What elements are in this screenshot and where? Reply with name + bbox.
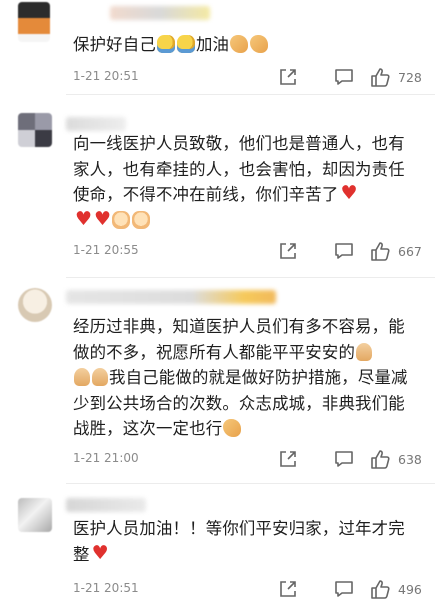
thumbs-up-icon[interactable] bbox=[369, 578, 391, 600]
red-heart-icon bbox=[93, 207, 111, 233]
thumbs-up-icon[interactable] bbox=[369, 240, 391, 262]
comment-item: 保护好自己 加油 1-21 20:51 728 bbox=[0, 0, 435, 95]
reply-bubble-icon[interactable] bbox=[333, 448, 355, 470]
share-arrow-icon[interactable] bbox=[277, 578, 299, 600]
comment-time: 1-21 21:00 bbox=[73, 451, 139, 465]
username-blurred[interactable] bbox=[66, 117, 126, 131]
username-blurred[interactable] bbox=[110, 6, 210, 20]
red-heart-icon bbox=[74, 207, 92, 233]
share-arrow-icon[interactable] bbox=[277, 240, 299, 262]
comment-time: 1-21 20:51 bbox=[73, 69, 139, 83]
share-arrow-icon[interactable] bbox=[277, 448, 299, 470]
pray-icon bbox=[356, 342, 373, 361]
red-heart-icon bbox=[339, 181, 357, 207]
like-count: 728 bbox=[398, 70, 422, 85]
comment-meta: 1-21 21:00 638 bbox=[73, 448, 425, 472]
red-heart-icon bbox=[91, 541, 109, 567]
reply-bubble-icon[interactable] bbox=[333, 240, 355, 262]
comment-meta: 1-21 20:51 496 bbox=[73, 578, 425, 602]
medical-mask-face-icon bbox=[176, 35, 195, 53]
avatar[interactable] bbox=[18, 288, 52, 322]
comment-meta: 1-21 20:51 728 bbox=[73, 66, 425, 90]
comment-time: 1-21 20:51 bbox=[73, 581, 139, 595]
comment-text: 经历过非典，知道医护人员们有多不容易，能做的不多，祝愿所有人都能平平安安的 我自己… bbox=[73, 317, 408, 438]
flexed-biceps-icon bbox=[223, 419, 242, 437]
pray-icon bbox=[92, 368, 108, 386]
comment-text: 向一线医护人员致敬，他们也是普通人，也有家人，也有牵挂的人，也会害怕，却因为责任… bbox=[73, 131, 419, 233]
comment-item: 经历过非典，知道医护人员们有多不容易，能做的不多，祝愿所有人都能平平安安的 我自己… bbox=[0, 278, 435, 484]
comment-text: 医护人员加油！！等你们平安归家，过年才完整 bbox=[73, 516, 419, 567]
comment-text: 保护好自己 加油 bbox=[73, 32, 419, 58]
thumbs-up-icon[interactable] bbox=[369, 448, 391, 470]
comment-item: 医护人员加油！！等你们平安归家，过年才完整 1-21 20:51 496 bbox=[0, 484, 435, 606]
comment-item: 向一线医护人员致敬，他们也是普通人，也有家人，也有牵挂的人，也会害怕，却因为责任… bbox=[0, 95, 435, 278]
like-count: 496 bbox=[398, 582, 422, 597]
like-count: 638 bbox=[398, 452, 422, 467]
avatar[interactable] bbox=[18, 498, 52, 532]
comment-meta: 1-21 20:55 667 bbox=[73, 240, 425, 264]
avatar[interactable] bbox=[18, 113, 52, 147]
pray-icon bbox=[74, 368, 90, 386]
username-blurred[interactable] bbox=[66, 290, 276, 304]
like-count: 667 bbox=[398, 244, 422, 259]
share-arrow-icon[interactable] bbox=[277, 66, 299, 88]
thumbs-up-icon[interactable] bbox=[369, 66, 391, 88]
hug-icon bbox=[112, 210, 130, 229]
flexed-biceps-icon bbox=[250, 35, 269, 53]
flexed-biceps-icon bbox=[230, 35, 249, 53]
comment-time: 1-21 20:55 bbox=[73, 243, 139, 257]
reply-bubble-icon[interactable] bbox=[333, 66, 355, 88]
hug-icon bbox=[132, 210, 150, 229]
avatar[interactable] bbox=[18, 2, 50, 42]
reply-bubble-icon[interactable] bbox=[333, 578, 355, 600]
medical-mask-face-icon bbox=[156, 35, 175, 53]
username-blurred[interactable] bbox=[66, 498, 146, 512]
